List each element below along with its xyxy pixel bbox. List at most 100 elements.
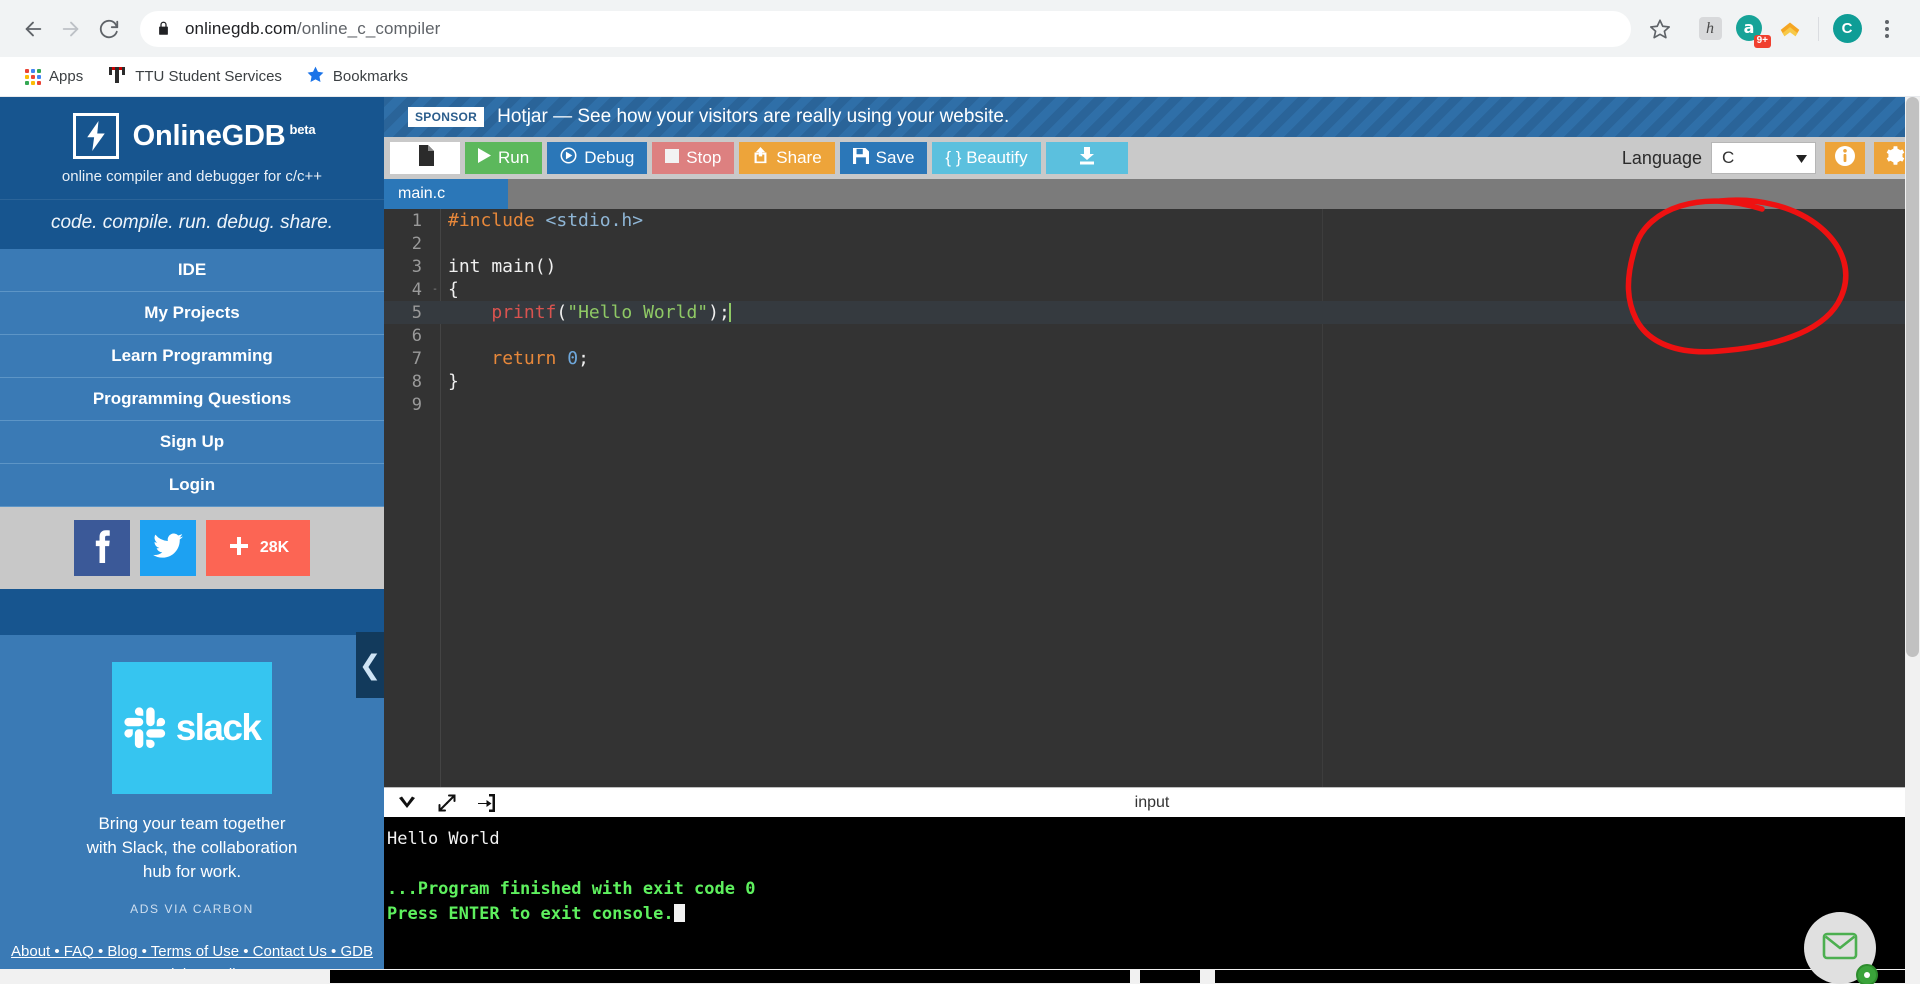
run-button[interactable]: Run <box>465 142 543 174</box>
code-line-8: 8 } <box>384 370 1920 393</box>
chrome-actions: h a 9+ C <box>1641 10 1906 48</box>
page-title: OnlineGDB beta <box>132 119 316 152</box>
line-number: 7 <box>411 348 422 369</box>
beta-badge: beta <box>289 121 316 137</box>
honey-extension-icon[interactable] <box>1771 10 1809 48</box>
reload-icon[interactable] <box>90 10 128 48</box>
ad-copy-text: Bring your team together with Slack, the… <box>86 814 298 882</box>
bookmark-ttu-student-services[interactable]: TTU Student Services <box>98 60 291 94</box>
star-icon[interactable] <box>1641 10 1679 48</box>
brand-header[interactable]: OnlineGDB beta online compiler and debugg… <box>0 97 384 199</box>
hypothesis-extension-icon[interactable]: h <box>1691 10 1729 48</box>
sidebar-item-login[interactable]: Login <box>0 464 384 507</box>
file-tab-bar: main.c <box>384 179 1920 209</box>
twitter-share-button[interactable] <box>140 520 196 576</box>
bookmark-apps[interactable]: Apps <box>16 63 92 90</box>
code-line-4: 4 - { <box>384 278 1920 301</box>
code-text: { <box>448 279 459 300</box>
scrollbar-thumb[interactable] <box>330 970 1130 983</box>
bookmark-label: Bookmarks <box>332 68 408 85</box>
language-label: Language <box>1621 147 1702 168</box>
code-line-1: 1 #include <stdio.h> <box>384 209 1920 232</box>
sidebar-item-learn-programming[interactable]: Learn Programming <box>0 335 384 378</box>
code-line-7: 7 return 0; <box>384 347 1920 370</box>
extension-badge-count: 9+ <box>1753 35 1771 48</box>
bookmark-bar: Apps TTU Student Services Bookmarks <box>0 57 1920 97</box>
chevron-down-icon <box>1796 148 1807 168</box>
scrollbar-segment <box>1140 970 1200 983</box>
beautify-label: { } Beautify <box>945 148 1028 167</box>
toolbar-divider <box>1818 16 1819 41</box>
facebook-share-button[interactable] <box>74 520 130 576</box>
scrollbar-segment <box>1215 970 1905 983</box>
debug-label: Debug <box>584 148 635 167</box>
code-token-string: "Hello World" <box>567 302 709 323</box>
grammarly-extension-icon[interactable]: a 9+ <box>1731 10 1771 48</box>
three-dot-menu-icon[interactable] <box>1868 10 1906 48</box>
online-status-icon <box>1856 964 1878 984</box>
code-line-2: 2 <box>384 232 1920 255</box>
console-output[interactable]: Hello World ...Program finished with exi… <box>384 817 1920 984</box>
page-vertical-scrollbar[interactable]: ▼ <box>1905 97 1920 984</box>
code-token-printf: printf <box>491 302 557 323</box>
info-circle-icon <box>1834 145 1856 172</box>
facebook-icon <box>92 529 112 568</box>
console-prompt-text: Press ENTER to exit console. <box>387 904 674 924</box>
save-button[interactable]: Save <box>839 142 928 174</box>
chevron-down-icon[interactable] <box>398 796 416 810</box>
line-number: 2 <box>411 233 422 254</box>
avatar[interactable]: C <box>1828 10 1866 48</box>
ttu-logo-icon <box>107 65 127 89</box>
sidebar-item-my-projects[interactable]: My Projects <box>0 292 384 335</box>
scrollbar-thumb[interactable] <box>1906 97 1919 657</box>
code-token-return: return <box>491 348 568 369</box>
forward-arrow-icon[interactable] <box>52 10 90 48</box>
plus-icon <box>227 534 251 563</box>
code-editor[interactable]: 1 #include <stdio.h> 2 3 int main() 4 - … <box>384 209 1920 787</box>
share-label: Share <box>776 148 822 167</box>
language-value: C <box>1722 148 1735 167</box>
sidebar-collapse-toggle[interactable]: ❮ <box>356 632 384 698</box>
sidebar-item-programming-questions[interactable]: Programming Questions <box>0 378 384 421</box>
beautify-button[interactable]: { } Beautify <box>932 142 1041 174</box>
import-input-icon[interactable] <box>478 793 496 812</box>
editor-toolbar: Run Debug Stop Share Save {} Beautify L… <box>384 137 1920 179</box>
address-bar[interactable]: onlinegdb.com/online_c_compiler <box>140 10 1631 47</box>
code-line-9: 9 <box>384 393 1920 416</box>
code-token-paren-close: ); <box>708 302 730 323</box>
carbon-ad[interactable]: slack Bring your team together with Slac… <box>0 635 384 940</box>
main-content: SPONSOR Hotjar — See how your visitors a… <box>384 97 1920 984</box>
stop-button[interactable]: Stop <box>652 142 735 174</box>
page-horizontal-scrollbar[interactable] <box>0 969 1920 984</box>
code-text: } <box>448 371 459 392</box>
sponsor-badge: SPONSOR <box>408 107 485 127</box>
sidebar-item-ide[interactable]: IDE <box>0 249 384 292</box>
code-token-include: #include <box>448 210 546 231</box>
expand-arrows-icon[interactable] <box>438 794 456 812</box>
bookmark-bookmarks-folder[interactable]: Bookmarks <box>297 60 417 93</box>
fold-marker[interactable]: - <box>430 284 440 295</box>
sidebar-item-sign-up[interactable]: Sign Up <box>0 421 384 464</box>
ad-attribution[interactable]: ADS VIA CARBON <box>0 902 384 916</box>
info-button[interactable] <box>1825 142 1865 174</box>
tab-main-c[interactable]: main.c <box>384 179 508 209</box>
share-button[interactable]: Share <box>739 142 835 174</box>
code-line-3: 3 int main() <box>384 255 1920 278</box>
line-number: 3 <box>411 256 422 277</box>
new-file-button[interactable] <box>390 142 460 174</box>
sponsor-banner[interactable]: SPONSOR Hotjar — See how your visitors a… <box>384 97 1920 137</box>
language-select[interactable]: C <box>1711 142 1816 174</box>
download-button[interactable] <box>1045 142 1128 174</box>
debug-button[interactable]: Debug <box>547 142 648 174</box>
envelope-icon <box>1822 931 1858 966</box>
share-count-button[interactable]: 28K <box>206 520 310 576</box>
apps-grid-icon <box>25 68 41 85</box>
console-status-line: ...Program finished with exit code 0 <box>387 879 756 899</box>
slack-logo-icon: slack <box>112 662 272 794</box>
stop-square-icon <box>665 148 680 168</box>
sidebar: OnlineGDB beta online compiler and debugg… <box>0 97 384 984</box>
chat-widget-button[interactable] <box>1804 912 1878 984</box>
back-arrow-icon[interactable] <box>14 10 52 48</box>
stop-label: Stop <box>686 148 722 167</box>
play-icon <box>478 148 491 168</box>
